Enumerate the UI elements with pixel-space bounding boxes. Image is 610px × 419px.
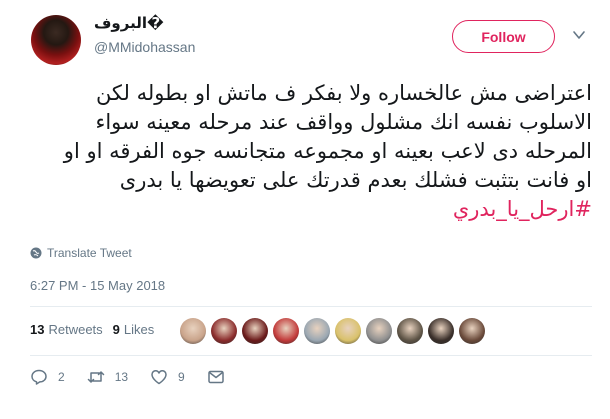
divider (30, 306, 592, 307)
display-name[interactable]: البروف� (94, 14, 164, 32)
retweet-icon (87, 371, 104, 383)
liker-avatar[interactable] (304, 318, 330, 344)
reply-count: 2 (58, 370, 65, 384)
avatar[interactable] (31, 15, 81, 65)
display-name-text: البروف (94, 15, 147, 32)
display-name-glyph: � (146, 15, 164, 32)
direct-message-button[interactable] (207, 368, 225, 386)
likes-label: Likes (123, 321, 155, 337)
retweets-label: Retweets (48, 321, 103, 337)
retweet-button[interactable]: 13 (87, 368, 128, 386)
tweet-line: او فانت بتثبت فشلك بعدم قدرتك على تعويضه… (119, 168, 592, 192)
heart-icon (151, 370, 167, 385)
translate-label: Translate Tweet (47, 246, 132, 260)
like-button[interactable]: 9 (150, 368, 185, 386)
liker-avatar[interactable] (273, 318, 299, 344)
tweet-line: المرحله دى لاعب بعينه او مجموعه متجانسه … (63, 139, 592, 163)
tweet-text: اعتراضى مش عالخساره ولا بفكر ف ماتش او ب… (30, 79, 592, 224)
user-handle[interactable]: @MMidohassan (94, 39, 195, 55)
retweet-count: 13 (114, 370, 129, 384)
liker-avatar[interactable] (211, 318, 237, 344)
tweet-line: الاسلوب نفسه انك مشلول وواقف عند مرحله م… (95, 110, 592, 134)
reply-button[interactable]: 2 (30, 368, 65, 386)
globe-icon (30, 247, 42, 259)
liker-avatar[interactable] (459, 318, 485, 344)
liker-avatar[interactable] (428, 318, 454, 344)
liker-avatar[interactable] (335, 318, 361, 344)
mail-icon (207, 370, 224, 384)
liker-avatar[interactable] (397, 318, 423, 344)
likes-stat[interactable]: 9 Likes (113, 322, 155, 337)
follow-button[interactable]: Follow (452, 20, 555, 53)
engagement-stats: 13 Retweets 9 Likes (30, 319, 164, 339)
hashtag-link[interactable]: #ارحل_يا_بدري (30, 195, 592, 224)
liker-avatars (180, 318, 490, 344)
reply-icon (31, 369, 47, 385)
like-count: 9 (178, 370, 185, 384)
tweet-timestamp[interactable]: 6:27 PM - 15 May 2018 (30, 278, 165, 293)
liker-avatar[interactable] (180, 318, 206, 344)
divider (30, 355, 592, 356)
chevron-down-icon[interactable] (572, 28, 586, 42)
tweet-line: اعتراضى مش عالخساره ولا بفكر ف ماتش او ب… (95, 81, 592, 105)
tweet-actions: 2 13 9 (30, 368, 247, 386)
liker-avatar[interactable] (242, 318, 268, 344)
retweets-stat[interactable]: 13 Retweets (30, 322, 103, 337)
liker-avatar[interactable] (366, 318, 392, 344)
translate-tweet-link[interactable]: Translate Tweet (30, 246, 132, 260)
retweets-count: 13 (30, 321, 45, 337)
likes-count: 9 (112, 321, 120, 337)
